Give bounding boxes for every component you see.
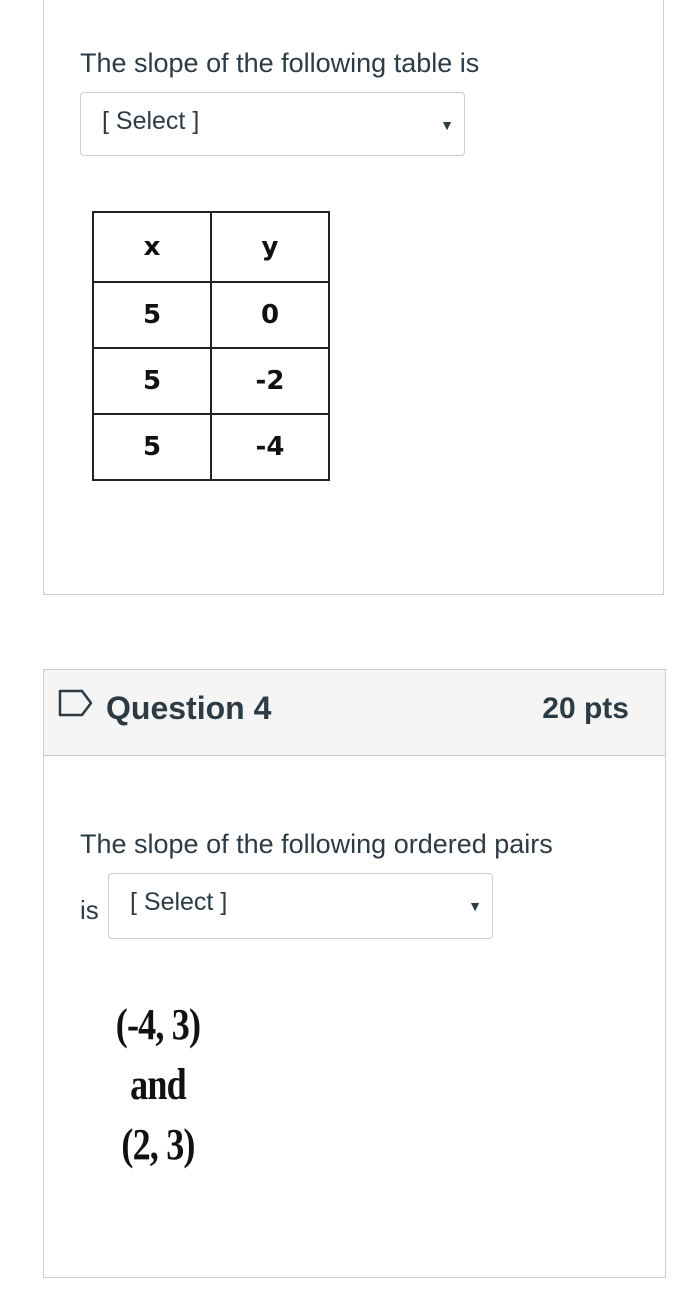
ordered-pair-1: (-4, 3)	[115, 1000, 201, 1049]
xy-table: x y 5 0 5 -2 5 -4	[92, 211, 330, 481]
table-cell: -2	[210, 347, 330, 415]
and-label: and	[130, 1060, 187, 1109]
select-value: [ Select ]	[130, 888, 228, 916]
question-4-prompt: The slope of the following ordered pairs	[80, 829, 553, 859]
table-header-row: x y	[92, 211, 330, 283]
flag-question-icon[interactable]	[58, 688, 94, 723]
table-cell: 5	[92, 347, 212, 415]
ordered-pair-2: (2, 3)	[121, 1120, 195, 1169]
question-3-answer-select[interactable]: [ Select ] ▼	[80, 92, 465, 156]
question-4-header: Question 4 20 pts	[44, 670, 665, 756]
question-4-panel: Question 4 20 pts	[43, 669, 666, 1278]
table-cell: 0	[210, 281, 330, 349]
question-4-answer-select[interactable]: [ Select ] ▼	[108, 873, 493, 939]
table-cell: -4	[210, 413, 330, 481]
table-header-cell: x	[92, 211, 212, 283]
question-4-prompt-is: is	[80, 895, 99, 925]
question-title: Question 4	[106, 690, 272, 726]
question-3-prompt: The slope of the following table is	[80, 48, 480, 78]
dropdown-arrow-icon: ▼	[468, 898, 482, 914]
select-value: [ Select ]	[102, 107, 200, 135]
table-cell: 5	[92, 281, 212, 349]
table-row: 5 0	[92, 281, 330, 349]
ordered-pairs: (-4, 3) and (2, 3)	[107, 995, 209, 1175]
table-cell: 5	[92, 413, 212, 481]
table-header-cell: y	[210, 211, 330, 283]
table-row: 5 -4	[92, 413, 330, 481]
table-row: 5 -2	[92, 347, 330, 415]
dropdown-arrow-icon: ▼	[440, 117, 454, 133]
question-points: 20 pts	[542, 692, 629, 725]
